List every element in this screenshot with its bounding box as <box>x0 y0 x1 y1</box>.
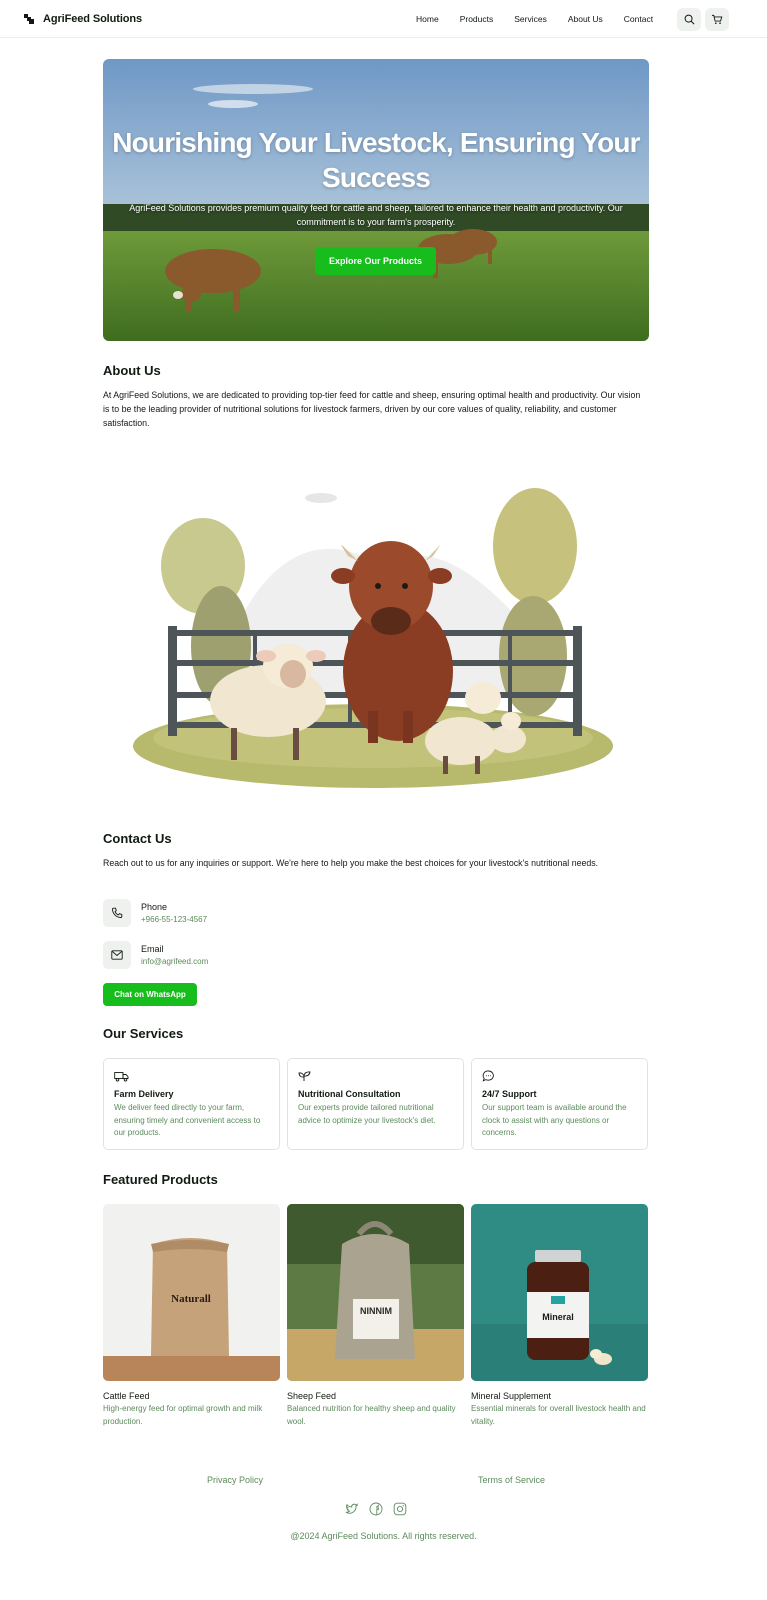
service-card-farm-delivery: Farm Delivery We deliver feed directly t… <box>103 1058 280 1150</box>
product-name: Mineral Supplement <box>471 1391 552 1401</box>
service-title: Nutritional Consultation <box>298 1089 401 1099</box>
sprout-icon <box>298 1071 311 1081</box>
email-value[interactable]: info@agrifeed.com <box>141 955 208 968</box>
services-title: Our Services <box>103 1026 184 1041</box>
phone-contact: Phone +966-55-123-4567 <box>103 899 207 927</box>
privacy-policy-link[interactable]: Privacy Policy <box>207 1475 263 1485</box>
product-name: Sheep Feed <box>287 1391 337 1401</box>
service-desc: Our support team is available around the… <box>482 1103 627 1137</box>
search-button[interactable] <box>677 8 701 31</box>
hero-subtitle: AgriFeed Solutions provides premium qual… <box>129 203 623 227</box>
explore-products-button[interactable]: Explore Our Products <box>315 247 436 275</box>
instagram-icon[interactable] <box>393 1502 407 1516</box>
product-image: Mineral <box>471 1204 648 1381</box>
phone-icon <box>112 907 123 918</box>
brand-logo-icon <box>24 13 34 24</box>
main-nav: Home Products Services About Us Contact <box>416 0 674 38</box>
facebook-icon[interactable] <box>369 1502 383 1516</box>
product-desc: Essential minerals for overall livestock… <box>471 1404 646 1426</box>
product-image: NINNIM <box>287 1204 464 1381</box>
nav-about-us[interactable]: About Us <box>568 14 603 24</box>
truck-icon <box>114 1072 129 1082</box>
service-desc: Our experts provide tailored nutritional… <box>298 1103 436 1125</box>
product-desc: High-energy feed for optimal growth and … <box>103 1404 263 1426</box>
nav-contact[interactable]: Contact <box>624 14 653 24</box>
product-label-text: Naturall <box>171 1293 211 1305</box>
search-icon <box>684 14 694 25</box>
chat-icon <box>482 1070 494 1082</box>
email-label: Email <box>141 943 164 954</box>
about-text: At AgriFeed Solutions, we are dedicated … <box>103 390 641 428</box>
farm-animals-illustration <box>133 488 613 788</box>
cart-button[interactable] <box>705 8 729 31</box>
nav-services[interactable]: Services <box>514 14 547 24</box>
nav-products[interactable]: Products <box>460 14 494 24</box>
brand-name: AgriFeed Solutions <box>43 12 143 25</box>
hero-pasture-image <box>103 59 649 341</box>
hero-banner: Nourishing Your Livestock, Ensuring Your… <box>103 59 649 341</box>
product-label-text: NINNIM <box>360 1306 392 1316</box>
hero-title: Nourishing Your Livestock, Ensuring Your… <box>112 127 640 193</box>
terms-of-service-link[interactable]: Terms of Service <box>478 1475 545 1485</box>
contact-title: Contact Us <box>103 831 172 846</box>
service-card-nutritional-consultation: Nutritional Consultation Our experts pro… <box>287 1058 464 1150</box>
copyright-text: @2024 AgriFeed Solutions. All rights res… <box>290 1531 477 1541</box>
product-image: Naturall <box>103 1204 280 1381</box>
whatsapp-button[interactable]: Chat on WhatsApp <box>103 983 197 1006</box>
service-title: 24/7 Support <box>482 1089 537 1099</box>
email-icon-box <box>103 941 131 969</box>
products-title: Featured Products <box>103 1172 218 1187</box>
product-label-text: Mineral <box>542 1312 574 1322</box>
service-title: Farm Delivery <box>114 1089 174 1099</box>
about-title: About Us <box>103 363 161 378</box>
service-card-support: 24/7 Support Our support team is availab… <box>471 1058 648 1150</box>
product-desc: Balanced nutrition for healthy sheep and… <box>287 1404 456 1426</box>
product-card-mineral-supplement[interactable]: Mineral Mineral Supplement Essential min… <box>471 1204 648 1428</box>
product-card-sheep-feed[interactable]: NINNIM Sheep Feed Balanced nutrition for… <box>287 1204 464 1428</box>
contact-text: Reach out to us for any inquiries or sup… <box>103 858 599 868</box>
nav-home[interactable]: Home <box>416 14 439 24</box>
email-contact: Email info@agrifeed.com <box>103 941 208 969</box>
mail-icon <box>111 950 123 960</box>
phone-value[interactable]: +966-55-123-4567 <box>141 913 207 926</box>
service-desc: We deliver feed directly to your farm, e… <box>114 1103 261 1137</box>
phone-icon-box <box>103 899 131 927</box>
product-card-cattle-feed[interactable]: Naturall Cattle Feed High-energy feed fo… <box>103 1204 280 1428</box>
product-name: Cattle Feed <box>103 1391 150 1401</box>
site-header: AgriFeed Solutions Home Products Service… <box>0 0 767 38</box>
twitter-icon[interactable] <box>345 1502 359 1516</box>
phone-label: Phone <box>141 901 168 912</box>
cart-icon <box>711 14 723 24</box>
brand-logo[interactable]: AgriFeed Solutions <box>24 13 142 25</box>
